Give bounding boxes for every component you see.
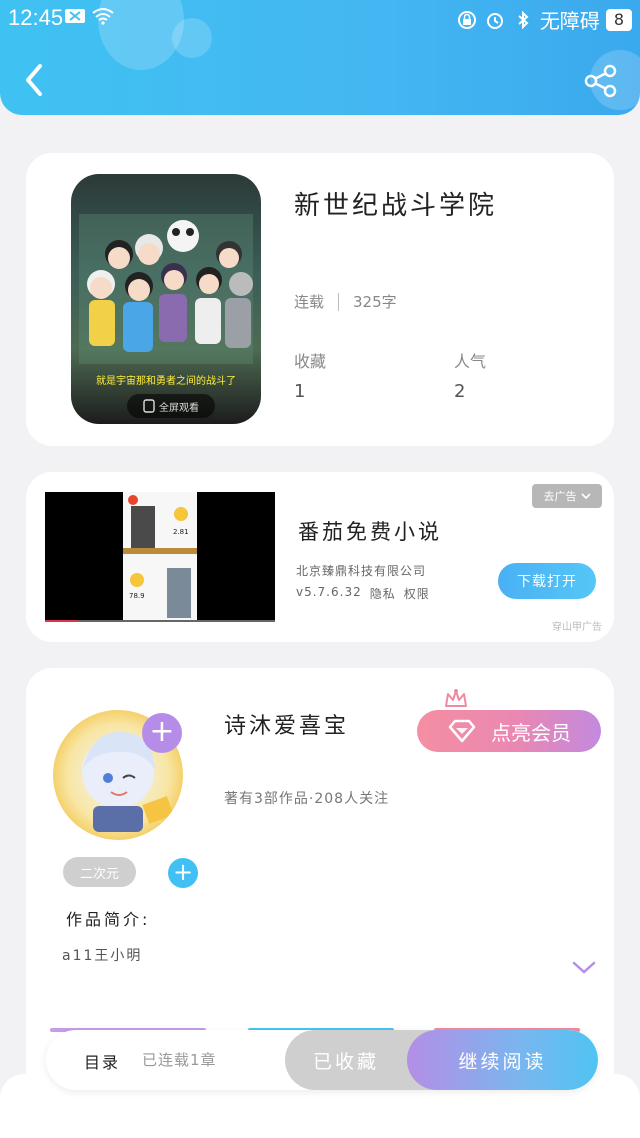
- cover-artwork: [79, 214, 253, 364]
- ad-source: 穿山甲广告: [552, 622, 602, 633]
- fullscreen-button[interactable]: 全屏观看: [127, 394, 215, 418]
- book-title: 新世纪战斗学院: [294, 191, 498, 221]
- remove-ad-label: 去广告: [543, 490, 577, 503]
- serial-status: 连载: [294, 293, 325, 311]
- genre-tag[interactable]: 二次元: [63, 857, 136, 887]
- intro-text: a11王小明: [62, 948, 143, 964]
- ad-video-number-1: 2.81: [173, 528, 189, 536]
- ad-video-number-2: 78.9: [129, 592, 145, 600]
- ad-video-progress: [45, 620, 275, 622]
- word-count: 325字: [353, 293, 397, 311]
- intro-label: 作品简介:: [66, 910, 151, 929]
- chevron-down-icon[interactable]: [572, 960, 596, 976]
- add-tag-button[interactable]: +: [168, 858, 198, 888]
- ad-version: v5.7.6.32: [296, 585, 362, 599]
- notification-icon: [65, 9, 85, 23]
- ad-permissions-link[interactable]: 权限: [404, 585, 430, 602]
- cover-caption: 就是宇宙那和勇者之间的战斗了: [96, 376, 236, 387]
- ad-privacy-link[interactable]: 隐私: [370, 585, 396, 602]
- wifi-icon: [92, 8, 114, 25]
- ad-video[interactable]: 2.81 78.9: [45, 492, 275, 622]
- share-icon[interactable]: [584, 64, 618, 98]
- ad-card[interactable]: 2.81 78.9 番茄免费小说 北京臻鼎科技有限公司 v5.7.6.32 隐私…: [26, 472, 614, 642]
- lock-rotation-icon: [457, 10, 476, 29]
- fullscreen-label: 全屏观看: [159, 402, 199, 414]
- status-time: 12:45: [8, 5, 64, 30]
- popularity-label: 人气: [454, 352, 487, 371]
- phone-icon: [143, 399, 155, 413]
- back-arrow-icon[interactable]: [20, 62, 50, 98]
- remove-ad-button[interactable]: 去广告: [532, 484, 602, 508]
- bluetooth-icon: [518, 10, 529, 29]
- book-info-card: 就是宇宙那和勇者之间的战斗了 全屏观看 新世纪战斗学院 连载 325字 收藏 人…: [26, 153, 614, 446]
- download-open-button[interactable]: 下载打开: [498, 563, 596, 599]
- author-name: 诗沐爱喜宝: [224, 714, 350, 739]
- collect-label: 收藏: [294, 352, 327, 371]
- continue-reading-button[interactable]: 继续阅读: [407, 1030, 598, 1090]
- divider: [338, 292, 340, 311]
- vip-button[interactable]: 点亮会员: [417, 710, 601, 752]
- ad-video-content: 2.81 78.9: [123, 495, 197, 618]
- ad-meta: v5.7.6.32 隐私 权限: [296, 585, 430, 602]
- bottom-action-bar: 目录 已连载1章 已收藏 继续阅读: [46, 1030, 598, 1090]
- chevron-down-icon: [580, 493, 591, 500]
- author-stats: 著有3部作品·208人关注: [224, 791, 390, 807]
- ad-company: 北京臻鼎科技有限公司: [296, 564, 427, 578]
- alarm-icon: [486, 12, 503, 29]
- book-cover[interactable]: 就是宇宙那和勇者之间的战斗了 全屏观看: [71, 174, 261, 424]
- serial-info: 连载 325字: [294, 291, 397, 312]
- battery-indicator: 8: [605, 8, 632, 31]
- follow-plus-button[interactable]: +: [142, 713, 182, 753]
- collect-value: 1: [294, 381, 306, 402]
- toc-status: 已连载1章: [142, 1051, 217, 1069]
- ad-app-name: 番茄免费小说: [298, 520, 442, 544]
- diamond-icon: [448, 719, 476, 743]
- accessibility-status: 无障碍: [539, 9, 600, 33]
- popularity-value: 2: [454, 381, 466, 402]
- vip-label: 点亮会员: [491, 720, 571, 745]
- toc-button[interactable]: 目录: [84, 1049, 120, 1073]
- status-bar: 12:45 无障碍 8: [0, 0, 640, 34]
- top-header: 12:45 无障碍 8: [0, 0, 640, 115]
- crown-icon: [445, 689, 467, 707]
- ad-video-frame: 2.81 78.9: [123, 492, 197, 620]
